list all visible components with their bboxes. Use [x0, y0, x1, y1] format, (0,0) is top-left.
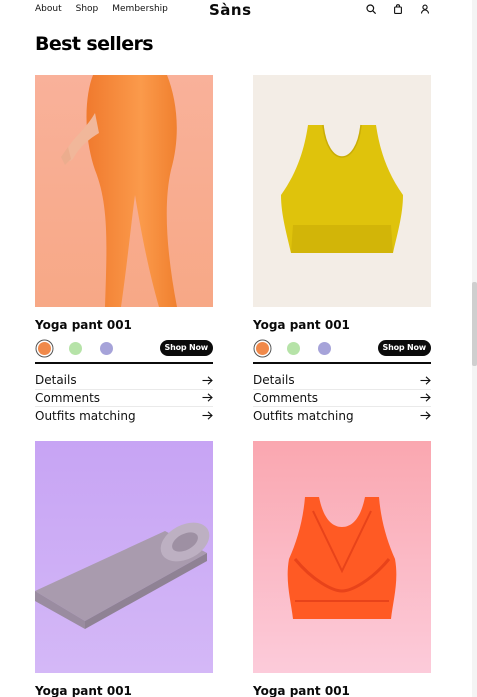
arrow-right-icon: [420, 411, 431, 420]
product-links: Details Comments Outfits matching: [253, 372, 431, 425]
product-card: Yoga pant 001 Shop Now Details Comments …: [35, 75, 213, 425]
link-label: Outfits matching: [35, 408, 136, 423]
swatch-purple[interactable]: [100, 341, 113, 355]
header-actions: [366, 4, 430, 14]
product-name[interactable]: Yoga pant 001: [35, 684, 213, 697]
nav-link-shop[interactable]: Shop: [76, 4, 99, 14]
link-label: Comments: [35, 390, 101, 405]
divider: [35, 362, 213, 364]
nav-link-membership[interactable]: Membership: [112, 4, 168, 14]
color-swatches: Shop Now: [253, 339, 431, 357]
orange-leggings-illustration: [61, 75, 177, 307]
product-name[interactable]: Yoga pant 001: [253, 684, 431, 697]
link-label: Comments: [253, 390, 319, 405]
shop-now-button[interactable]: Shop Now: [377, 340, 431, 356]
swatch-orange[interactable]: [256, 341, 269, 355]
yoga-mat-illustration: [35, 522, 210, 629]
bag-icon[interactable]: [393, 4, 403, 14]
scrollbar-thumb[interactable]: [472, 282, 477, 366]
main-nav: About Shop Membership: [35, 4, 182, 14]
link-comments[interactable]: Comments: [253, 390, 431, 407]
product-image-orange-leggings[interactable]: [35, 75, 213, 307]
swatch-purple[interactable]: [318, 341, 331, 355]
arrow-right-icon: [202, 376, 213, 385]
product-links: Details Comments Outfits matching: [35, 372, 213, 425]
link-outfits-matching[interactable]: Outfits matching: [253, 407, 431, 425]
nav-link-about[interactable]: About: [35, 4, 62, 14]
search-icon[interactable]: [366, 4, 376, 14]
product-card: Yoga pant 001 Shop Now Details Comments …: [253, 75, 431, 425]
arrow-right-icon: [202, 393, 213, 402]
shop-now-button[interactable]: Shop Now: [159, 340, 213, 356]
orange-sports-bra-illustration: [287, 497, 397, 619]
link-label: Details: [253, 373, 295, 388]
divider: [253, 362, 431, 364]
product-image-yellow-sports-bra[interactable]: [253, 75, 431, 307]
product-card: Yoga pant 001: [35, 441, 213, 697]
link-label: Details: [35, 373, 77, 388]
swatch-orange[interactable]: [38, 341, 51, 355]
swatch-green[interactable]: [69, 341, 82, 355]
section-title: Best sellers: [35, 33, 154, 55]
link-details[interactable]: Details: [35, 372, 213, 390]
yellow-sports-bra-illustration: [281, 124, 403, 253]
site-header: About Shop Membership Sàns: [0, 0, 477, 24]
link-outfits-matching[interactable]: Outfits matching: [35, 407, 213, 425]
product-name[interactable]: Yoga pant 001: [35, 318, 213, 332]
product-image-purple-yoga-mat[interactable]: [35, 441, 213, 673]
product-card: Yoga pant 001: [253, 441, 431, 697]
swatch-green[interactable]: [287, 341, 300, 355]
arrow-right-icon: [420, 393, 431, 402]
arrow-right-icon: [202, 411, 213, 420]
product-image-orange-sports-bra[interactable]: [253, 441, 431, 673]
link-comments[interactable]: Comments: [35, 390, 213, 407]
user-icon[interactable]: [420, 4, 430, 14]
arrow-right-icon: [420, 376, 431, 385]
link-label: Outfits matching: [253, 408, 354, 423]
product-name[interactable]: Yoga pant 001: [253, 318, 431, 332]
color-swatches: Shop Now: [35, 339, 213, 357]
link-details[interactable]: Details: [253, 372, 431, 390]
brand-logo[interactable]: Sàns: [209, 1, 252, 19]
